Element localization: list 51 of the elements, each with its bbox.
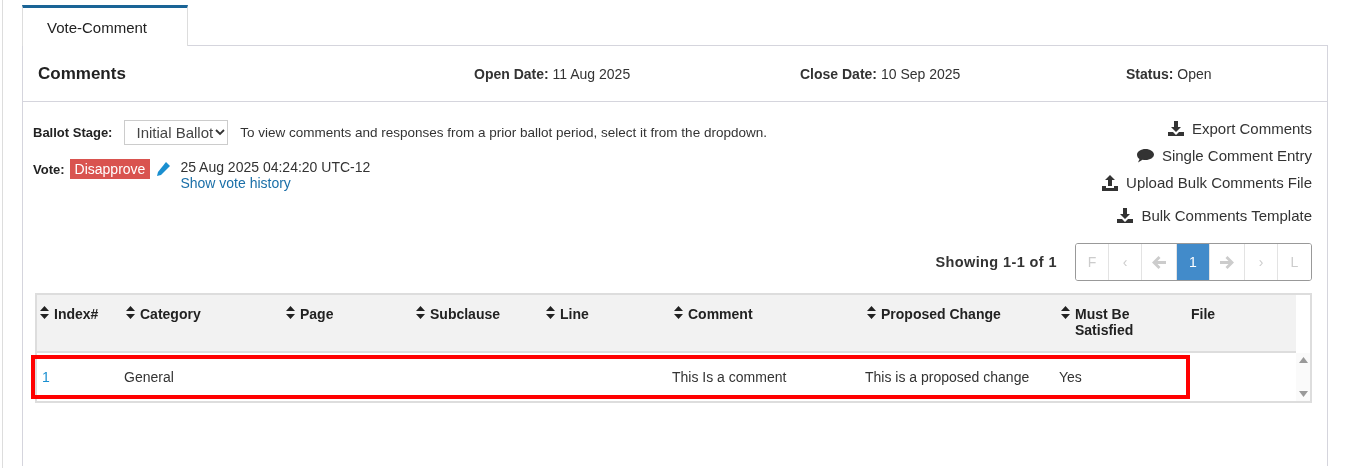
vote-badge: Disapprove	[69, 159, 151, 179]
scrollbar[interactable]	[1296, 353, 1310, 401]
table-cell[interactable]: 1	[39, 369, 121, 385]
speech-bubble-icon	[1136, 148, 1154, 163]
sort-icon[interactable]	[674, 306, 683, 319]
column-label: Subclause	[430, 306, 501, 322]
ballot-stage-select[interactable]: Initial Ballot	[124, 120, 229, 145]
hint-text: To view comments and responses from a prior ballot period, select it from the dropdown.	[240, 125, 767, 140]
sort-icon[interactable]	[1061, 306, 1070, 319]
column-label: File	[1191, 306, 1216, 322]
column-label: Index#	[54, 306, 99, 322]
table-cell-text: General	[123, 369, 175, 385]
column-label: Category	[140, 306, 201, 322]
info-field: Open Date: 11 Aug 2025	[474, 65, 800, 82]
column-label: Proposed Change	[881, 306, 1001, 322]
table-cell-text: This is a proposed change	[864, 369, 1031, 385]
action-link[interactable]: Bulk Comments Template	[1117, 207, 1312, 224]
results-summary: Showing 1-1 of 1	[935, 254, 1057, 270]
sort-icon[interactable]	[546, 306, 555, 319]
column-label: Line	[560, 306, 589, 322]
field-label: Ballot Stage:	[33, 125, 113, 140]
scroll-down-icon[interactable]	[1298, 391, 1308, 397]
action-link[interactable]: Upload Bulk Comments File	[1102, 174, 1312, 191]
action-link[interactable]: Single Comment Entry	[1136, 147, 1312, 164]
download-icon	[1117, 208, 1134, 223]
upload-icon	[1102, 174, 1119, 191]
column-label: Page	[300, 306, 334, 322]
scroll-up-icon[interactable]	[1298, 357, 1308, 363]
action-link[interactable]: Export Comments	[1167, 120, 1312, 137]
table-cell-text: Yes	[1058, 369, 1083, 385]
sort-icon[interactable]	[40, 306, 49, 319]
page-button[interactable]: 1	[1177, 244, 1210, 280]
sort-icon[interactable]	[416, 306, 425, 319]
arrow-right-icon	[1220, 255, 1234, 269]
chevron-down-icon	[215, 129, 226, 136]
download-icon	[1167, 121, 1184, 136]
column-label: Must Be Satisfied	[1075, 306, 1135, 338]
tab[interactable]: Vote-Comment	[22, 5, 188, 46]
table-cell-text: This Is a comment	[671, 369, 788, 385]
sort-icon[interactable]	[126, 306, 135, 319]
pencil-icon[interactable]	[155, 162, 171, 177]
info-field: Status: Open	[1126, 65, 1212, 82]
column-label: Comment	[688, 306, 753, 322]
vote-timestamp: 25 Aug 2025 04:24:20 UTC-12	[180, 159, 371, 175]
arrow-left-icon	[1152, 255, 1166, 269]
info-field: Close Date: 10 Sep 2025	[800, 65, 1126, 82]
section-title: Comments	[38, 63, 127, 84]
sort-icon[interactable]	[286, 306, 295, 319]
vote-history-link[interactable]: Show vote history	[180, 175, 371, 191]
sort-icon[interactable]	[867, 306, 876, 319]
field-label: Vote:	[33, 162, 65, 177]
